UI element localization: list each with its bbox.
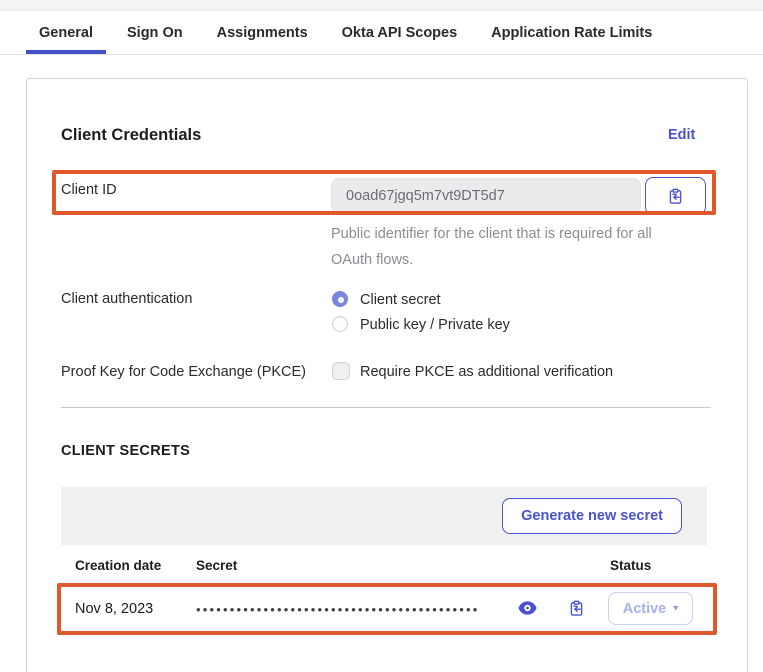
secret-status-dropdown[interactable]: Active ▾ xyxy=(608,592,693,625)
radio-client-secret[interactable] xyxy=(332,291,348,307)
status-badge: Active xyxy=(623,601,667,617)
client-secrets-heading: CLIENT SECRETS xyxy=(61,443,190,459)
column-header-status: Status xyxy=(610,558,651,573)
edit-link[interactable]: Edit xyxy=(668,127,695,143)
column-header-creation-date: Creation date xyxy=(75,558,161,573)
tab-application-rate-limits[interactable]: Application Rate Limits xyxy=(478,11,665,54)
okta-app-settings-page: General Sign On Assignments Okta API Sco… xyxy=(0,0,763,672)
chevron-down-icon: ▾ xyxy=(673,603,678,614)
tab-assignments[interactable]: Assignments xyxy=(204,11,321,54)
eye-icon xyxy=(518,601,537,615)
top-background-strip xyxy=(0,0,763,11)
column-header-secret: Secret xyxy=(196,558,237,573)
reveal-secret-button[interactable] xyxy=(517,600,537,616)
radio-public-private-key-label[interactable]: Public key / Private key xyxy=(360,317,510,333)
copy-secret-button[interactable] xyxy=(566,599,586,617)
clipboard-copy-icon xyxy=(667,188,684,205)
pkce-label: Proof Key for Code Exchange (PKCE) xyxy=(61,364,306,380)
client-secrets-toolbar: Generate new secret xyxy=(61,487,707,545)
table-header-border xyxy=(61,584,707,585)
clipboard-copy-icon xyxy=(568,600,585,617)
section-divider xyxy=(61,407,711,408)
client-id-helper-text: Public identifier for the client that is… xyxy=(331,221,681,273)
radio-public-private-key[interactable] xyxy=(332,316,348,332)
tab-general[interactable]: General xyxy=(26,11,106,54)
secret-creation-date-cell: Nov 8, 2023 xyxy=(75,601,153,617)
generate-new-secret-button[interactable]: Generate new secret xyxy=(502,498,682,534)
client-authentication-label: Client authentication xyxy=(61,291,192,307)
radio-client-secret-label[interactable]: Client secret xyxy=(360,292,441,308)
pkce-checkbox-label[interactable]: Require PKCE as additional verification xyxy=(360,364,613,380)
pkce-checkbox[interactable] xyxy=(332,362,350,380)
tab-sign-on[interactable]: Sign On xyxy=(114,11,196,54)
client-credentials-heading: Client Credentials xyxy=(61,126,201,145)
app-tabbar: General Sign On Assignments Okta API Sco… xyxy=(0,11,763,55)
client-id-label: Client ID xyxy=(61,182,117,198)
client-id-value-field[interactable]: 0oad67jgq5m7vt9DT5d7 xyxy=(331,178,641,214)
client-id-copy-button[interactable] xyxy=(645,177,706,215)
tab-okta-api-scopes[interactable]: Okta API Scopes xyxy=(329,11,471,54)
masked-secret-value: ••••••••••••••••••••••••••••••••••••••••… xyxy=(196,602,480,617)
